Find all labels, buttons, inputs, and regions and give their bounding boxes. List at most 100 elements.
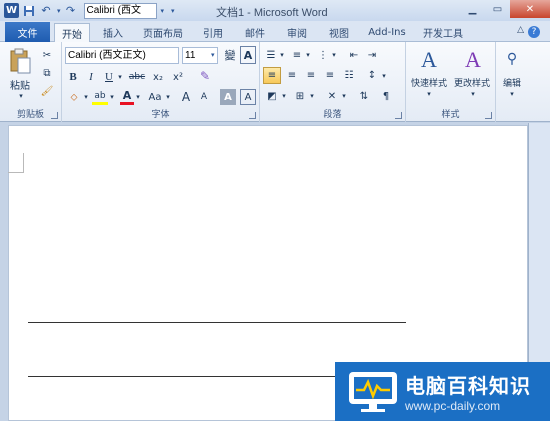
word-app-icon[interactable]: W bbox=[4, 3, 19, 18]
find-binoculars-icon[interactable]: ⚲ bbox=[502, 48, 522, 70]
font-color-dropdown-icon[interactable]: ▾ bbox=[134, 89, 142, 105]
paste-dropdown-icon[interactable]: ▾ bbox=[16, 92, 26, 100]
font-color-button[interactable]: A bbox=[120, 89, 134, 105]
line-spacing-icon[interactable]: ↕ bbox=[364, 67, 380, 84]
help-icon[interactable]: ? bbox=[528, 26, 540, 38]
increase-indent-icon[interactable]: ⇥ bbox=[364, 47, 380, 63]
bullets-icon[interactable]: ☰ bbox=[264, 47, 278, 63]
shading-dropdown-icon[interactable]: ▾ bbox=[280, 88, 288, 104]
font-group-label: 字体 bbox=[151, 110, 170, 120]
borders-dropdown-icon[interactable]: ▾ bbox=[308, 88, 316, 104]
font-name-combo[interactable]: Calibri (西文正文) bbox=[65, 47, 179, 64]
cut-icon[interactable]: ✂ bbox=[40, 48, 54, 62]
qat-font-dropdown-icon[interactable]: ▾ bbox=[161, 7, 165, 15]
tab-file[interactable]: 文件 bbox=[5, 22, 50, 42]
ribbon: 粘贴 ▾ ✂ ⧉ 🖌 剪贴板 Calibri (西文正文) ▾ 11 ▾ 變 A… bbox=[0, 42, 550, 122]
format-painter-icon[interactable]: 🖌 bbox=[40, 84, 54, 98]
subscript-button[interactable]: x₂ bbox=[150, 69, 166, 85]
paragraph-group: ☰ ▾ ≡ ▾ ⋮ ▾ ⇤ ⇥ ≡ ≡ ≡ ≡ ☷ ↕ ▾ ◩ ▾ ⊞ ▾ ✕ … bbox=[260, 42, 406, 122]
change-case-dropdown-icon[interactable]: ▾ bbox=[164, 89, 172, 105]
paragraph-launcher-icon[interactable] bbox=[395, 112, 402, 119]
maximize-button[interactable]: ▭ bbox=[485, 0, 510, 18]
change-case-button[interactable]: Aa bbox=[146, 89, 164, 105]
tab-home[interactable]: 开始 bbox=[54, 23, 90, 42]
clipboard-group: 粘贴 ▾ ✂ ⧉ 🖌 剪贴板 bbox=[0, 42, 62, 122]
paste-icon[interactable] bbox=[6, 46, 34, 76]
align-left-button[interactable]: ≡ bbox=[263, 67, 281, 84]
shading-icon[interactable]: ◩ bbox=[264, 88, 280, 104]
copy-icon[interactable]: ⧉ bbox=[40, 66, 54, 80]
char-shading-button[interactable]: A bbox=[220, 89, 236, 105]
italic-button[interactable]: I bbox=[84, 69, 98, 85]
editing-group: ⚲ 编辑 ▾ bbox=[496, 42, 528, 122]
change-styles-dropdown-icon[interactable]: ▾ bbox=[468, 90, 478, 98]
borders-icon[interactable]: ⊞ bbox=[292, 88, 308, 104]
editing-label[interactable]: 编辑 bbox=[496, 76, 528, 89]
highlight-button[interactable]: ab bbox=[92, 89, 108, 105]
font-size-dropdown-icon[interactable]: ▾ bbox=[211, 51, 215, 59]
styles-group: A 快速样式 ▾ A 更改样式 ▾ 样式 bbox=[406, 42, 496, 122]
site-watermark: 电脑百科知识 www.pc-daily.com bbox=[335, 362, 550, 421]
quick-styles-label[interactable]: 快速样式 bbox=[408, 76, 450, 89]
superscript-button[interactable]: x² bbox=[170, 69, 186, 85]
qat-font-box[interactable]: Calibri (西文 bbox=[83, 2, 157, 19]
phonetic-guide-icon[interactable]: 變 bbox=[222, 46, 238, 64]
grow-font-button[interactable]: A bbox=[178, 89, 194, 105]
line-spacing-dropdown-icon[interactable]: ▾ bbox=[380, 67, 388, 84]
tab-mailings[interactable]: 邮件 bbox=[238, 23, 272, 42]
text-effects-dropdown-icon[interactable]: ▾ bbox=[82, 89, 90, 105]
undo-icon[interactable]: ↶ bbox=[39, 4, 53, 18]
distributed-button[interactable]: ☷ bbox=[341, 67, 357, 84]
decrease-indent-icon[interactable]: ⇤ bbox=[346, 47, 362, 63]
tab-developer[interactable]: 开发工具 bbox=[418, 23, 468, 42]
tab-review[interactable]: 审阅 bbox=[280, 23, 314, 42]
font-launcher-icon[interactable] bbox=[249, 112, 256, 119]
chinese-layout-icon[interactable]: ✕ bbox=[324, 88, 340, 104]
shrink-font-button[interactable]: A bbox=[196, 89, 212, 105]
tab-references[interactable]: 引用 bbox=[196, 23, 230, 42]
save-icon[interactable] bbox=[22, 4, 36, 18]
numbering-dropdown-icon[interactable]: ▾ bbox=[304, 47, 312, 63]
align-right-button[interactable]: ≡ bbox=[303, 67, 319, 84]
paste-button-label[interactable]: 粘贴 bbox=[6, 78, 34, 92]
change-styles-icon[interactable]: A bbox=[458, 46, 488, 74]
minimize-button[interactable]: ▁ bbox=[460, 0, 485, 18]
quick-styles-icon[interactable]: A bbox=[414, 46, 444, 74]
bullets-dropdown-icon[interactable]: ▾ bbox=[278, 47, 286, 63]
text-effects-color-icon[interactable]: ⬦ bbox=[66, 89, 82, 105]
chinese-layout-dropdown-icon[interactable]: ▾ bbox=[340, 88, 348, 104]
margin-corner-mark bbox=[8, 153, 24, 173]
customize-qat-icon[interactable]: ▾ bbox=[171, 7, 175, 15]
underline-button[interactable]: U bbox=[102, 69, 116, 85]
horizontal-line-1[interactable] bbox=[28, 322, 406, 323]
sort-icon[interactable]: ⇅ bbox=[356, 88, 372, 104]
multilevel-list-icon[interactable]: ⋮ bbox=[316, 47, 330, 63]
redo-icon[interactable]: ↷ bbox=[64, 4, 78, 18]
styles-launcher-icon[interactable] bbox=[485, 112, 492, 119]
show-marks-icon[interactable]: ¶ bbox=[378, 88, 394, 104]
collapse-ribbon-icon[interactable]: △ bbox=[517, 25, 524, 35]
align-center-button[interactable]: ≡ bbox=[284, 67, 300, 84]
change-styles-label[interactable]: 更改样式 bbox=[450, 76, 494, 89]
quick-styles-dropdown-icon[interactable]: ▾ bbox=[424, 90, 434, 98]
tab-page-layout[interactable]: 页面布局 bbox=[138, 23, 188, 42]
highlight-dropdown-icon[interactable]: ▾ bbox=[108, 89, 116, 105]
styles-group-label: 样式 bbox=[441, 110, 460, 120]
strikethrough-button[interactable]: abc bbox=[128, 69, 146, 85]
underline-dropdown-icon[interactable]: ▾ bbox=[116, 69, 124, 85]
text-effects-icon[interactable]: ✎ bbox=[196, 67, 214, 85]
char-border-icon[interactable]: A bbox=[240, 89, 256, 105]
tab-view[interactable]: 视图 bbox=[322, 23, 356, 42]
clipboard-launcher-icon[interactable] bbox=[51, 112, 58, 119]
enclose-char-icon[interactable]: A bbox=[240, 46, 256, 64]
numbering-icon[interactable]: ≡ bbox=[290, 47, 304, 63]
editing-dropdown-icon[interactable]: ▾ bbox=[507, 90, 517, 98]
justify-button[interactable]: ≡ bbox=[322, 67, 338, 84]
multilevel-dropdown-icon[interactable]: ▾ bbox=[330, 47, 338, 63]
tab-insert[interactable]: 插入 bbox=[96, 23, 130, 42]
window-title: 文档1 - Microsoft Word bbox=[216, 7, 328, 19]
undo-dropdown-icon[interactable]: ▾ bbox=[57, 7, 61, 15]
tab-add-ins[interactable]: Add-Ins bbox=[364, 23, 410, 42]
bold-button[interactable]: B bbox=[66, 69, 80, 85]
close-button[interactable]: ✕ bbox=[510, 0, 550, 18]
